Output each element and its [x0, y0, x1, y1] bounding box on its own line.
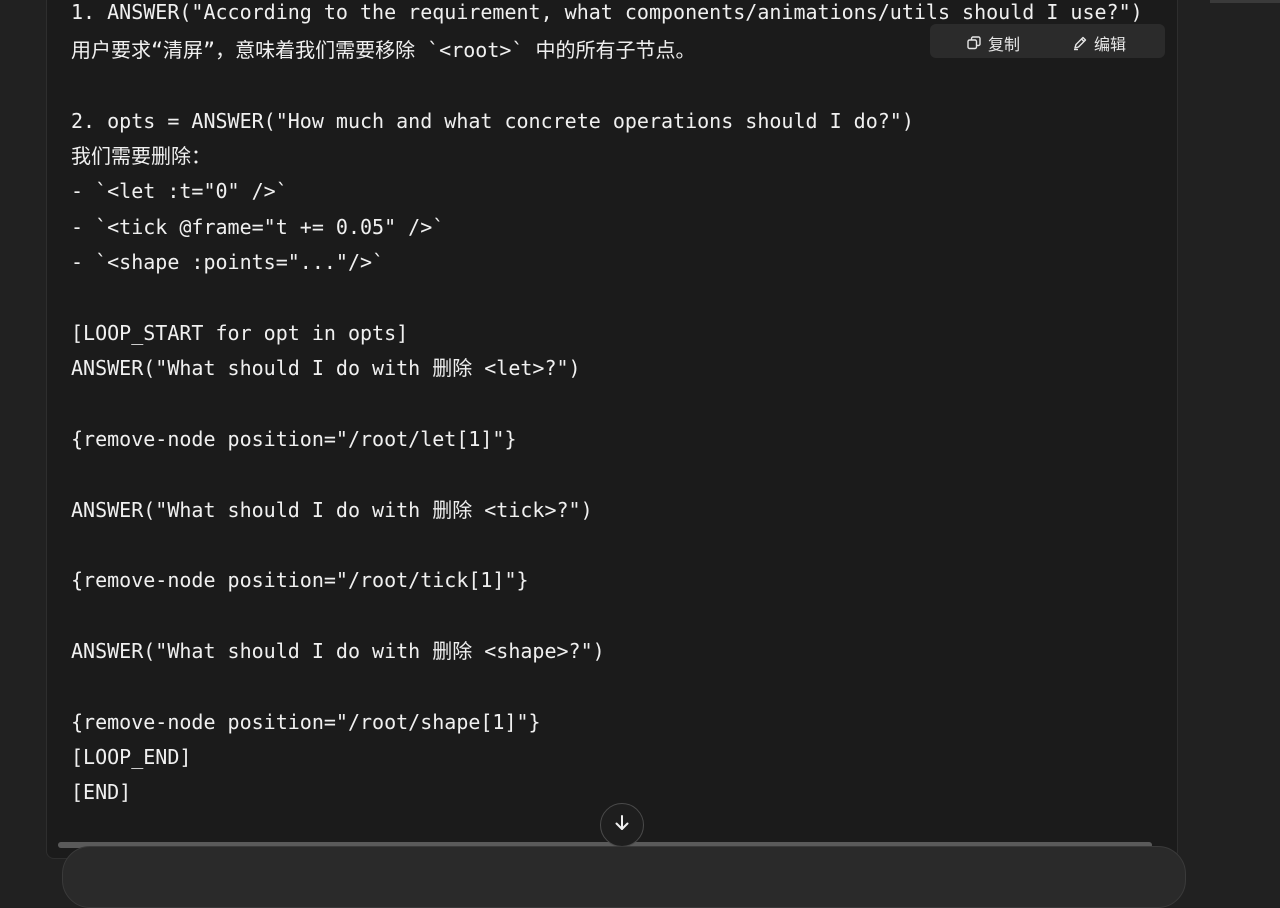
code-line: - `<tick @frame="t += 0.05" />` [71, 215, 445, 239]
code-line: - `<let :t="0" />` [71, 179, 288, 203]
code-line: 用户要求“清屏”，意味着我们需要移除 `<root>` 中的所有子节点。 [71, 38, 696, 62]
code-line: 1. ANSWER("According to the requirement,… [71, 0, 1143, 24]
edit-pencil-icon [1072, 35, 1088, 51]
arrow-down-icon [612, 813, 632, 837]
code-line: 2. opts = ANSWER("How much and what conc… [71, 109, 914, 133]
window-edge-strip [1210, 0, 1280, 3]
copy-button[interactable]: 复制 [966, 31, 1020, 55]
code-line: [LOOP_START for opt in opts] [71, 321, 409, 345]
code-line: - `<shape :points="..."/>` [71, 250, 385, 274]
code-line: {remove-node position="/root/let[1]"} [71, 427, 517, 451]
code-line: 我们需要删除： [71, 144, 211, 168]
code-line: ANSWER("What should I do with 删除 <shape>… [71, 639, 605, 663]
edit-button[interactable]: 编辑 [1072, 31, 1126, 55]
code-block: 1. ANSWER("According to the requirement,… [46, 0, 1178, 859]
message-composer[interactable] [62, 846, 1186, 908]
code-line: [END] [71, 780, 132, 804]
copy-icon [966, 35, 982, 51]
code-line: {remove-node position="/root/shape[1]"} [71, 710, 541, 734]
code-line: ANSWER("What should I do with 删除 <tick>?… [71, 498, 593, 522]
code-line: [LOOP_END] [71, 745, 192, 769]
copy-label: 复制 [988, 35, 1021, 54]
code-line: ANSWER("What should I do with 删除 <let>?"… [71, 356, 581, 380]
scroll-to-bottom-button[interactable] [600, 803, 644, 847]
code-block-toolbar: 复制 编辑 [930, 24, 1165, 58]
edit-label: 编辑 [1094, 35, 1127, 54]
code-line: {remove-node position="/root/tick[1]"} [71, 568, 529, 592]
